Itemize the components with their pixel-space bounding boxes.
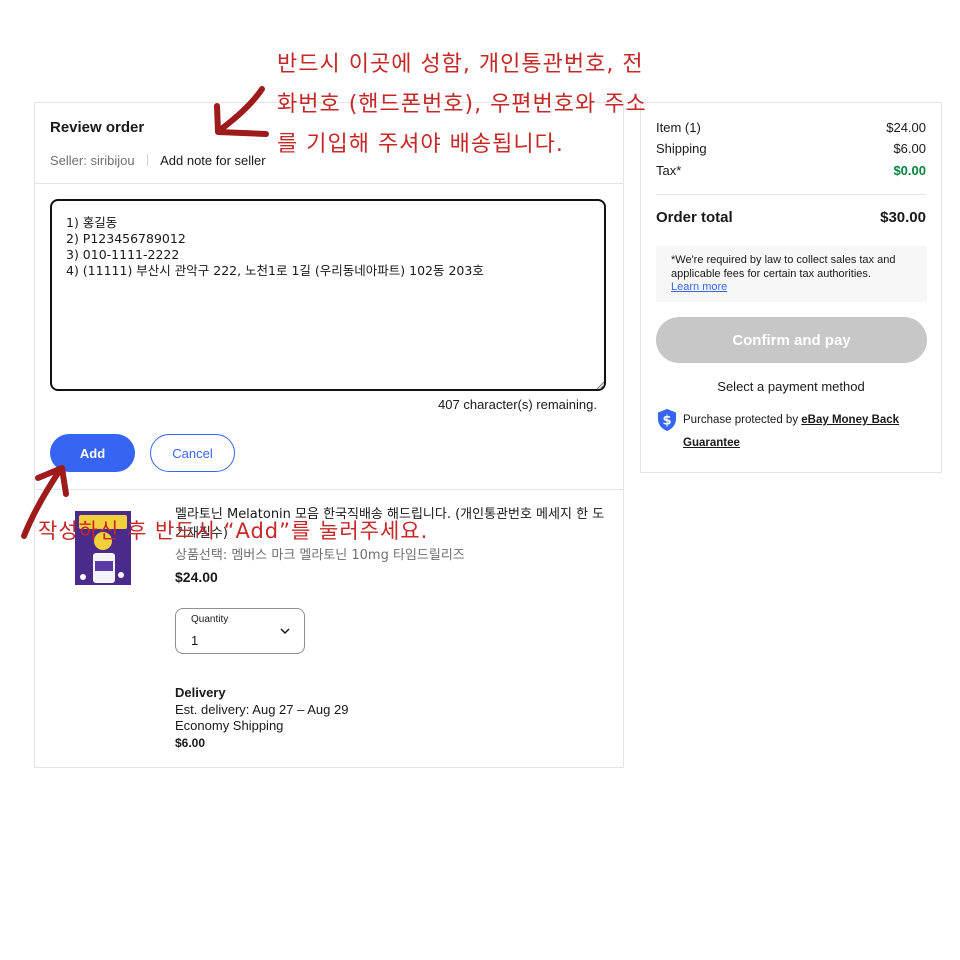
separator [147,154,149,166]
divider [656,194,926,195]
seller-label: Seller: [50,153,87,168]
svg-text:$: $ [662,414,671,429]
cancel-note-button[interactable]: Cancel [150,434,235,472]
resize-grip-icon[interactable] [596,381,604,389]
protect-prefix: Purchase protected by [683,414,802,426]
summary-row-shipping: Shipping $6.00 [656,141,926,156]
select-payment-method: Select a payment method [717,379,865,394]
summary-label: Tax* [656,163,682,178]
seller-line: Seller: siribijou Add note for seller [50,153,266,168]
summary-value: $24.00 [886,120,926,135]
shield-dollar-icon: $ [658,409,676,431]
tax-notice: *We're required by law to collect sales … [656,246,927,302]
item-price: $24.00 [175,569,218,585]
delivery-heading: Delivery [175,685,226,700]
review-order-panel: Review order Seller: siribijou Add note … [34,102,624,768]
instruction-annotation-top: 반드시 이곳에 성함, 개인통관번호, 전화번호 (핸드폰번호), 우편번호와 … [277,52,647,157]
summary-value: $6.00 [893,141,926,156]
add-note-for-seller-link[interactable]: Add note for seller [160,153,266,168]
order-total-value: $30.00 [880,209,926,226]
order-summary-panel: Item (1) $24.00 Shipping $6.00 Tax* $0.0… [640,102,942,473]
divider [35,183,623,184]
summary-value: $0.00 [893,163,926,178]
summary-row-tax: Tax* $0.00 [656,163,926,178]
characters-remaining: 407 character(s) remaining. [438,397,597,412]
delivery-info: Delivery Est. delivery: Aug 27 – Aug 29 … [175,685,348,751]
chevron-down-icon [280,628,290,635]
divider [35,489,623,490]
shipping-cost: $6.00 [175,735,206,750]
seller-name[interactable]: siribijou [90,153,134,168]
summary-label: Shipping [656,141,707,156]
item-variant: 상품선택: 멤버스 마크 멜라토닌 10mg 타임드릴리즈 [175,548,465,563]
learn-more-link[interactable]: Learn more [671,281,912,295]
order-total-row: Order total $30.00 [656,209,926,226]
shipping-method: Economy Shipping [175,718,284,733]
confirm-and-pay-button[interactable]: Confirm and pay [656,317,927,363]
instruction-annotation-bottom: 작성하신 후 반드시 “Add”를 눌러주세요. [38,519,429,543]
tax-notice-text: *We're required by law to collect sales … [671,254,896,280]
order-total-label: Order total [656,209,733,226]
review-order-title: Review order [50,119,145,136]
quantity-select[interactable]: Quantity 1 [175,608,305,654]
summary-row-item: Item (1) $24.00 [656,120,926,135]
quantity-value: 1 [191,633,199,648]
quantity-label: Quantity [191,614,229,625]
delivery-estimate: Est. delivery: Aug 27 – Aug 29 [175,701,349,717]
seller-note-textarea[interactable]: 1) 홍길동 2) P123456789012 3) 010-1111-2222… [50,199,606,391]
annotation-arrow-icon [214,86,269,137]
purchase-protection: Purchase protected by eBay Money Back Gu… [683,409,913,455]
summary-label: Item (1) [656,120,701,135]
